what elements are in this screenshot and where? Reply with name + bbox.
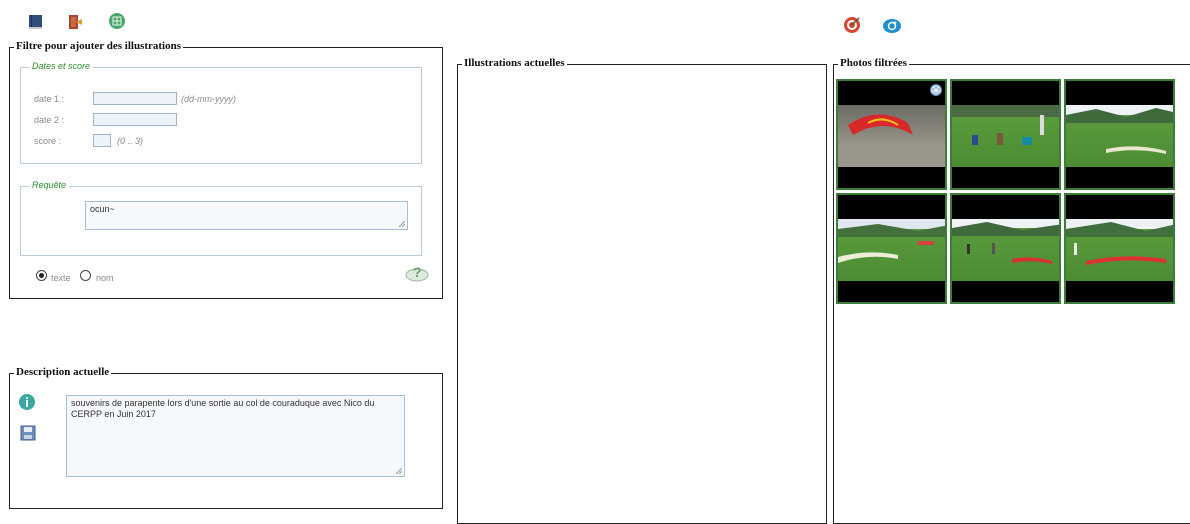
date2-input[interactable] <box>93 113 177 126</box>
score-input[interactable] <box>93 134 111 147</box>
score-label: score : <box>34 136 62 146</box>
photo-image <box>952 105 1059 167</box>
filter-panel: Filtre pour ajouter des illustrations Da… <box>9 40 443 299</box>
book-icon[interactable] <box>27 13 45 31</box>
photo-image <box>838 219 945 281</box>
current-illustrations-panel: Illustrations actuelles <box>457 57 827 524</box>
dates-score-group: Dates et score date 1 : (dd-mm-yyyy) dat… <box>20 61 422 164</box>
date1-hint: (dd-mm-yyyy) <box>181 94 236 104</box>
date2-label: date 2 : <box>34 115 65 125</box>
photo-image <box>1066 219 1173 281</box>
dates-score-legend: Dates et score <box>29 61 94 71</box>
query-group: Requête ocun~ <box>20 180 422 256</box>
mode-label-texte: texte <box>51 273 71 283</box>
photo-image <box>1066 105 1173 167</box>
photo-thumbnail[interactable] <box>1064 79 1175 190</box>
score-hint: (0 .. 3) <box>117 136 144 146</box>
date1-input[interactable] <box>93 92 177 105</box>
query-legend: Requête <box>29 180 70 190</box>
photo-thumbnail[interactable] <box>836 193 947 304</box>
filtered-photos-panel: Photos filtrées <box>833 57 1190 524</box>
photo-thumbnail[interactable] <box>950 79 1061 190</box>
description-panel-title: Description actuelle <box>14 366 112 378</box>
photo-thumbnail[interactable] <box>836 79 947 190</box>
mode-radio-texte[interactable] <box>36 270 47 281</box>
photo-image <box>838 105 945 167</box>
refresh-icon[interactable] <box>882 16 901 34</box>
filter-panel-title: Filtre pour ajouter des illustrations <box>14 40 183 52</box>
star-icon[interactable] <box>930 84 942 96</box>
help-cloud-icon[interactable]: ? <box>404 262 430 282</box>
query-text: ocun~ <box>90 204 115 214</box>
info-icon[interactable] <box>18 393 36 411</box>
mode-label-nom: nom <box>96 273 114 283</box>
save-icon[interactable] <box>20 425 36 441</box>
date1-label: date 1 : <box>34 94 65 104</box>
photo-thumbnail[interactable] <box>950 193 1061 304</box>
svg-text:?: ? <box>413 264 422 280</box>
photo-image <box>952 219 1059 281</box>
resize-grip-icon[interactable] <box>396 468 402 474</box>
query-textarea[interactable]: ocun~ <box>85 201 408 230</box>
description-text: souvenirs de parapente lors d'une sortie… <box>71 398 375 419</box>
mode-radio-nom[interactable] <box>80 270 91 281</box>
description-panel: Description actuelle souvenirs de parape… <box>9 366 443 509</box>
filtered-photos-title: Photos filtrées <box>838 57 909 69</box>
resize-grip-icon[interactable] <box>399 221 405 227</box>
photo-thumbnail[interactable] <box>1064 193 1175 304</box>
exit-icon[interactable] <box>66 13 84 31</box>
description-textarea[interactable]: souvenirs de parapente lors d'une sortie… <box>66 395 405 477</box>
current-illustrations-title: Illustrations actuelles <box>462 57 567 69</box>
grid-icon[interactable] <box>108 12 126 30</box>
target-icon[interactable] <box>843 16 861 34</box>
